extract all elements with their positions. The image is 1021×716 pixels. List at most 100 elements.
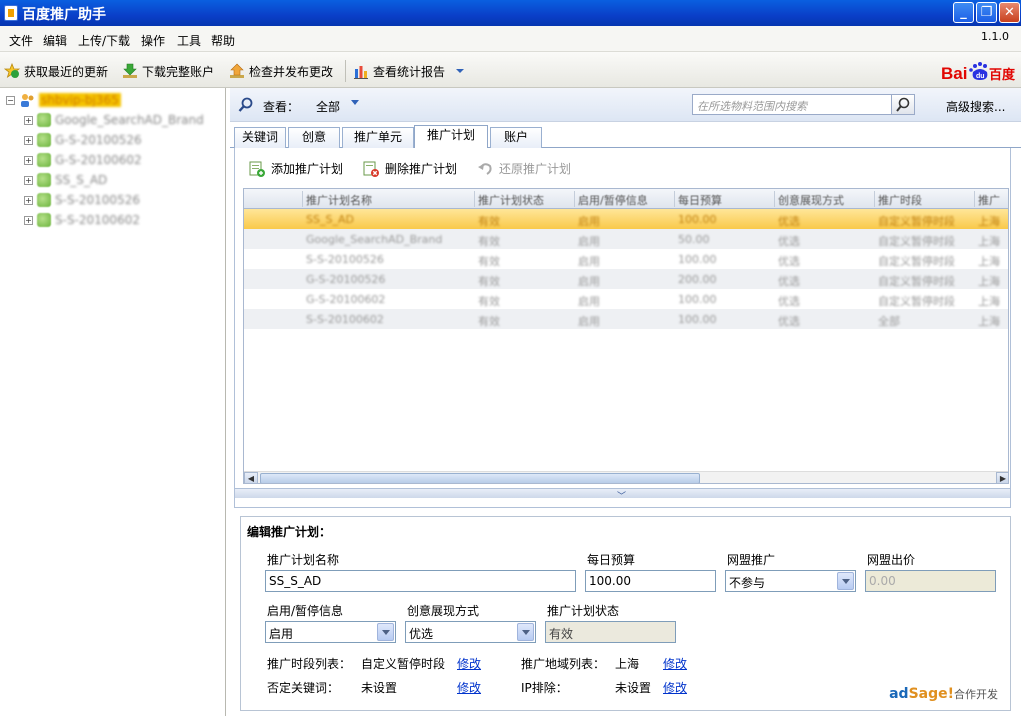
download-account-button[interactable]: 下载完整账户: [122, 62, 214, 80]
view-label: 查看：: [263, 100, 300, 114]
column-divider: [474, 191, 475, 207]
tab-account[interactable]: 账户: [490, 127, 542, 148]
delete-campaign-button[interactable]: 删除推广计划: [363, 160, 457, 177]
col-header-status[interactable]: 推广计划状态: [478, 192, 544, 208]
modify-negative-keywords-link[interactable]: 修改: [457, 679, 481, 696]
expand-icon[interactable]: +: [24, 215, 33, 225]
tree-root[interactable]: − shbvip-bj365: [6, 90, 121, 110]
tab-keywords[interactable]: 关键词: [234, 127, 286, 148]
dropdown-arrow-icon[interactable]: [837, 572, 854, 590]
col-header-budget[interactable]: 每日预算: [678, 192, 722, 208]
col-header-name[interactable]: 推广计划名称: [306, 192, 372, 208]
menu-operations[interactable]: 操作: [141, 32, 165, 49]
menu-edit[interactable]: 编辑: [43, 32, 67, 49]
close-button[interactable]: ✕: [999, 2, 1020, 23]
minimize-button[interactable]: _: [953, 2, 974, 23]
column-divider: [774, 191, 775, 207]
view-reports-button[interactable]: 查看统计报告: [353, 62, 465, 80]
column-divider: [302, 191, 303, 207]
menu-tools[interactable]: 工具: [177, 32, 201, 49]
daily-budget-field[interactable]: 100.00: [585, 570, 716, 592]
collapse-icon[interactable]: −: [6, 95, 15, 105]
scroll-thumb[interactable]: [260, 473, 700, 483]
table-row[interactable]: Google_SearchAD_Brand 有效 启用 50.00 优选 自定义…: [244, 229, 1008, 249]
cell-status: 有效: [478, 235, 500, 248]
restore-campaign-label: 还原推广计划: [499, 162, 572, 176]
expand-icon[interactable]: +: [24, 115, 33, 125]
display-mode-select[interactable]: 优选: [405, 621, 536, 643]
scroll-right-icon[interactable]: ▶: [996, 472, 1008, 483]
expand-icon[interactable]: +: [24, 175, 33, 185]
tree-item-label: Google_SearchAD_Brand: [55, 113, 204, 127]
tree-item[interactable]: + G-S-20100526: [24, 130, 142, 150]
col-header-display[interactable]: 创意展现方式: [778, 192, 844, 208]
adsage-ad-text: ad: [889, 686, 909, 702]
tree-item-label: S-S-20100526: [55, 193, 140, 207]
tab-ad-groups[interactable]: 推广单元: [342, 127, 414, 148]
cell-schedule: 自定义暂停时段: [878, 235, 955, 248]
cell-display: 优选: [778, 275, 800, 288]
cell-region: 上海: [978, 215, 1000, 228]
tree-item[interactable]: + S-S-20100602: [24, 210, 140, 230]
view-filter-select[interactable]: 全部: [316, 98, 340, 115]
campaign-tab-panel: 添加推广计划 删除推广计划 还原推广计划 推广计划名称 推广计划状态 启用/暂停…: [234, 148, 1011, 508]
delete-campaign-label: 删除推广计划: [385, 162, 458, 176]
undo-icon: [477, 161, 493, 177]
search-input[interactable]: 在所选物料范围内搜索: [692, 94, 892, 115]
table-row[interactable]: S-S-20100602 有效 启用 100.00 优选 全部 上海: [244, 309, 1008, 329]
expand-icon[interactable]: +: [24, 195, 33, 205]
tree-item[interactable]: + SS_S_AD: [24, 170, 107, 190]
cell-budget: 100.00: [678, 313, 717, 326]
modify-schedule-link[interactable]: 修改: [457, 655, 481, 672]
tree-item[interactable]: + G-S-20100602: [24, 150, 142, 170]
table-row[interactable]: G-S-20100526 有效 启用 200.00 优选 自定义暂停时段 上海: [244, 269, 1008, 289]
chevron-down-icon[interactable]: ﹀: [617, 489, 626, 502]
dropdown-arrow-icon[interactable]: [377, 623, 394, 641]
network-promo-select[interactable]: 不参与: [725, 570, 856, 592]
get-updates-button[interactable]: 获取最近的更新: [3, 62, 109, 80]
menu-upload-download[interactable]: 上传/下载: [78, 32, 130, 49]
menu-help[interactable]: 帮助: [211, 32, 235, 49]
enable-pause-select[interactable]: 启用: [265, 621, 396, 643]
campaign-name-field[interactable]: SS_S_AD: [265, 570, 576, 592]
check-publish-button[interactable]: 检查并发布更改: [229, 62, 333, 80]
add-icon: [249, 161, 265, 177]
tab-creatives[interactable]: 创意: [288, 127, 340, 148]
restore-campaign-button[interactable]: 还原推广计划: [477, 160, 571, 177]
plan-icon: [37, 213, 51, 227]
modify-region-link[interactable]: 修改: [663, 655, 687, 672]
campaign-status-label: 推广计划状态: [547, 604, 620, 618]
table-row[interactable]: G-S-20100602 有效 启用 100.00 优选 自定义暂停时段 上海: [244, 289, 1008, 309]
cell-name: G-S-20100526: [306, 273, 386, 286]
download-icon: [122, 63, 138, 79]
scroll-left-icon[interactable]: ◀: [244, 472, 258, 483]
ip-exclusion-label: IP排除：: [521, 681, 568, 695]
modify-ip-exclusion-link[interactable]: 修改: [663, 679, 687, 696]
network-bid-field[interactable]: 0.00: [865, 570, 996, 592]
restore-button[interactable]: ❐: [976, 2, 997, 23]
tree-item[interactable]: + S-S-20100526: [24, 190, 140, 210]
campaign-grid: 推广计划名称 推广计划状态 启用/暂停信息 每日预算 创意展现方式 推广时段 推…: [243, 188, 1009, 484]
col-header-enable[interactable]: 启用/暂停信息: [578, 192, 648, 208]
search-button[interactable]: [891, 94, 915, 115]
title-bar: 百度推广助手 _ ❐ ✕: [0, 0, 1021, 26]
table-row[interactable]: S-S-20100526 有效 启用 100.00 优选 自定义暂停时段 上海: [244, 249, 1008, 269]
menu-file[interactable]: 文件: [9, 32, 33, 49]
advanced-search-link[interactable]: 高级搜索...: [946, 98, 1005, 115]
cell-display: 优选: [778, 215, 800, 228]
table-row[interactable]: SS_S_AD 有效 启用 100.00 优选 自定义暂停时段 上海: [244, 209, 1008, 229]
col-header-schedule[interactable]: 推广时段: [878, 192, 922, 208]
add-campaign-button[interactable]: 添加推广计划: [249, 160, 343, 177]
chevron-down-icon[interactable]: [351, 100, 359, 105]
expand-icon[interactable]: +: [24, 135, 33, 145]
panel-splitter[interactable]: ﹀: [235, 488, 1010, 502]
cell-budget: 200.00: [678, 273, 717, 286]
dropdown-arrow-icon[interactable]: [455, 66, 465, 76]
horizontal-scrollbar[interactable]: ◀ ▶: [244, 471, 1008, 483]
tab-campaigns[interactable]: 推广计划: [414, 125, 488, 149]
dropdown-arrow-icon[interactable]: [517, 623, 534, 641]
expand-icon[interactable]: +: [24, 155, 33, 165]
tree-item[interactable]: + Google_SearchAD_Brand: [24, 110, 204, 130]
get-updates-label: 获取最近的更新: [24, 64, 109, 79]
adsage-logo: adSage!合作开发: [889, 686, 998, 702]
